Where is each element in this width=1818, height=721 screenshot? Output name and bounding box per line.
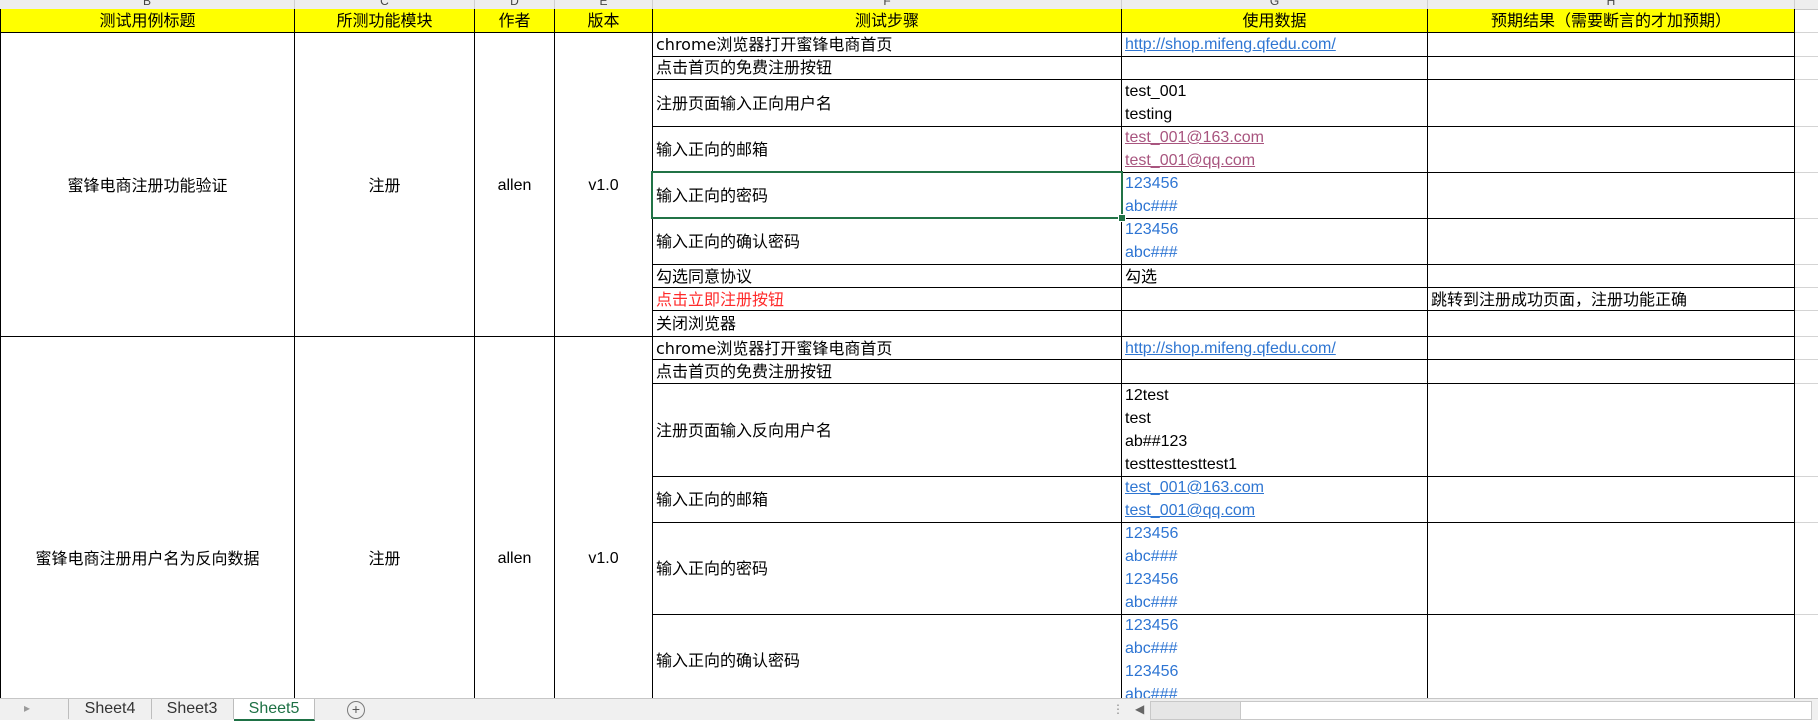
case1-title-cell[interactable]: 蜜锋电商注册功能验证 [1,174,294,197]
sheet-tab-bar: ▸ Sheet4 Sheet3 Sheet5 + ⋮ ◀ [0,698,1818,721]
case1-username-value[interactable]: test_001 [1125,80,1186,103]
header-title[interactable]: 测试用例标题 [1,9,294,32]
case1-password-value[interactable]: abc### [1125,195,1178,218]
case2-password-value[interactable]: abc### [1125,545,1178,568]
splitter-dots-icon[interactable]: ⋮ [1112,702,1124,716]
case2-username-value[interactable]: testtesttesttest1 [1125,453,1237,476]
tab-sheet4[interactable]: Sheet4 [68,699,152,719]
case2-step-cell[interactable]: 输入正向的确认密码 [656,649,800,672]
header-steps[interactable]: 测试步骤 [653,9,1121,32]
case1-url-link[interactable]: http://shop.mifeng.qfedu.com/ [1125,33,1336,56]
case1-version-cell[interactable]: v1.0 [555,174,652,197]
case1-confirm-value[interactable]: abc### [1125,241,1178,264]
case2-step-cell[interactable]: 输入正向的邮箱 [656,488,768,511]
header-module[interactable]: 所测功能模块 [295,9,474,32]
column-letter[interactable]: B [0,0,295,9]
horizontal-scrollbar-thumb[interactable] [1240,701,1812,720]
case2-module-cell[interactable]: 注册 [295,547,474,570]
case2-email-link[interactable]: test_001@163.com [1125,476,1264,499]
column-letter[interactable]: F [653,0,1122,9]
column-letter[interactable]: C [295,0,475,9]
case1-username-value[interactable]: testing [1125,103,1172,126]
case1-step-cell[interactable]: 输入正向的邮箱 [656,138,768,161]
case2-password-value[interactable]: 123456 [1125,568,1178,591]
case1-step-cell[interactable]: 关闭浏览器 [656,312,736,335]
case2-confirm-value[interactable]: abc### [1125,637,1178,660]
case1-agree-value[interactable]: 勾选 [1125,265,1157,288]
tab-sheet3[interactable]: Sheet3 [151,699,234,719]
case2-password-value[interactable]: 123456 [1125,522,1178,545]
case1-step-cell[interactable]: chrome浏览器打开蜜锋电商首页 [656,33,892,56]
case2-confirm-value[interactable]: 123456 [1125,614,1178,637]
case1-expected-cell[interactable]: 跳转到注册成功页面，注册功能正确 [1431,288,1687,311]
column-letter[interactable]: D [475,0,555,9]
scroll-left-icon[interactable]: ◀ [1135,702,1144,716]
case2-url-link[interactable]: http://shop.mifeng.qfedu.com/ [1125,337,1336,360]
case2-username-value[interactable]: ab##123 [1125,430,1187,453]
case1-password-value[interactable]: 123456 [1125,172,1178,195]
case2-step-cell[interactable]: 输入正向的密码 [656,557,768,580]
case1-confirm-value[interactable]: 123456 [1125,218,1178,241]
case1-author-cell[interactable]: allen [475,174,554,197]
case1-email-link[interactable]: test_001@163.com [1125,126,1264,149]
case1-email-link[interactable]: test_001@qq.com [1125,149,1255,172]
header-author[interactable]: 作者 [475,9,554,32]
case2-title-cell[interactable]: 蜜锋电商注册用户名为反向数据 [1,547,294,570]
plus-circle-icon[interactable]: + [347,701,365,719]
header-data[interactable]: 使用数据 [1122,9,1427,32]
selected-cell-border [651,171,1123,219]
case1-step-cell[interactable]: 注册页面输入正向用户名 [656,92,832,115]
header-version[interactable]: 版本 [555,9,652,32]
case2-step-cell[interactable]: 点击首页的免费注册按钮 [656,360,832,383]
case1-step-cell[interactable]: 点击立即注册按钮 [656,288,784,311]
spreadsheet-grid[interactable]: B C D E F G H 测试用例标题 所测功能模块 作者 版本 测试步骤 使… [0,0,1818,698]
case2-author-cell[interactable]: allen [475,547,554,570]
column-letter[interactable]: E [555,0,653,9]
case2-confirm-value[interactable]: abc### [1125,683,1178,698]
case1-step-cell[interactable]: 点击首页的免费注册按钮 [656,56,832,79]
case2-password-value[interactable]: abc### [1125,591,1178,614]
column-letter[interactable]: G [1122,0,1428,9]
case2-confirm-value[interactable]: 123456 [1125,660,1178,683]
tab-sheet5[interactable]: Sheet5 [234,699,315,721]
case2-email-link[interactable]: test_001@qq.com [1125,499,1255,522]
tab-scroll-left-icon[interactable]: ▸ [24,701,30,715]
case2-step-cell[interactable]: 注册页面输入反向用户名 [656,419,832,442]
case2-version-cell[interactable]: v1.0 [555,547,652,570]
case1-step-cell[interactable]: 输入正向的确认密码 [656,230,800,253]
case2-username-value[interactable]: 12test [1125,384,1169,407]
header-expected[interactable]: 预期结果（需要断言的才加预期） [1428,9,1794,32]
case2-username-value[interactable]: test [1125,407,1151,430]
case1-step-cell[interactable]: 勾选同意协议 [656,265,752,288]
case2-step-cell[interactable]: chrome浏览器打开蜜锋电商首页 [656,337,892,360]
column-letter[interactable]: H [1428,0,1795,9]
case1-module-cell[interactable]: 注册 [295,174,474,197]
horizontal-scrollbar-track[interactable] [1150,701,1242,720]
